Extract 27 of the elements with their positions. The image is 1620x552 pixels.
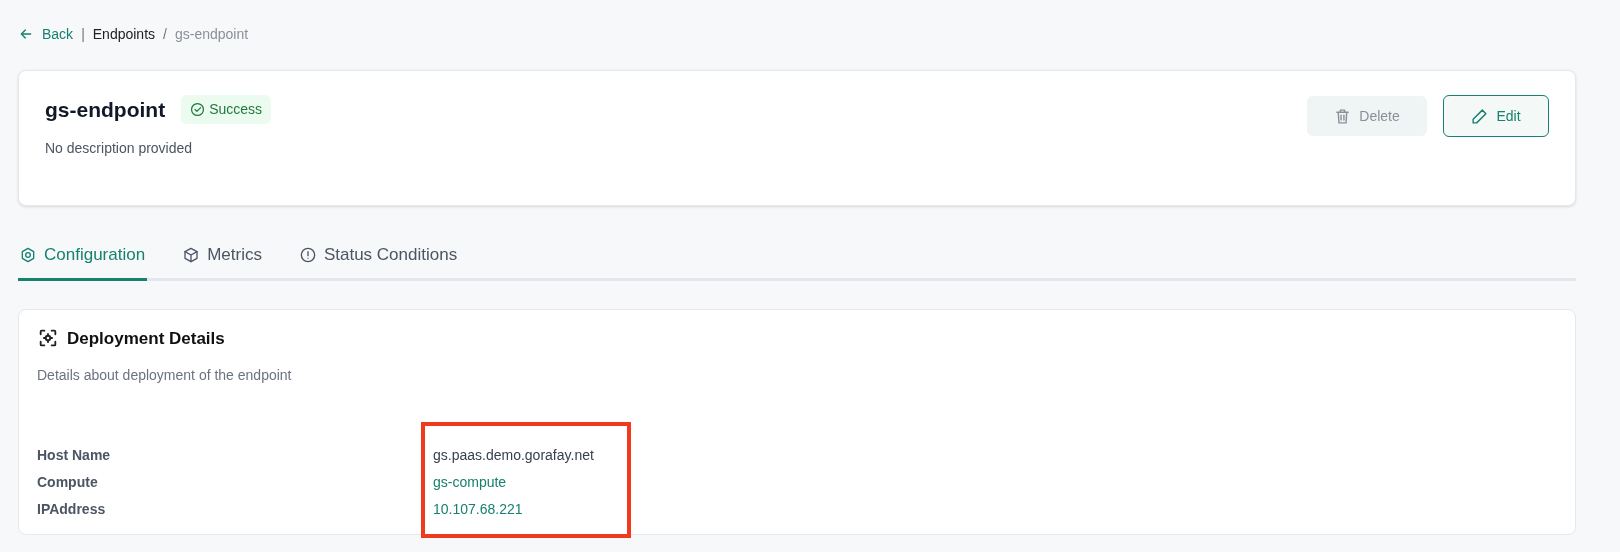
section-title: Deployment Details: [67, 327, 225, 350]
page-title: gs-endpoint: [45, 96, 166, 123]
breadcrumb-link[interactable]: Endpoints: [92, 23, 156, 45]
tab[interactable]: Configuration: [18, 238, 148, 281]
breadcrumb-divider: /: [163, 24, 167, 44]
breadcrumb-current: gs-endpoint: [174, 24, 249, 44]
trash-icon: [1334, 107, 1352, 125]
tab[interactable]: Status Conditions: [297, 238, 460, 281]
field-label: IPAddress: [37, 500, 107, 518]
pencil-icon: [1471, 107, 1489, 125]
status-badge: Success: [181, 95, 272, 124]
cube-icon: [183, 246, 200, 263]
alert-icon: [299, 246, 316, 263]
check-circle-icon: [190, 102, 206, 117]
section-subtitle: Details about deployment of the endpoint: [37, 366, 293, 385]
hexagon-icon: [20, 246, 36, 263]
field-label: Compute: [37, 473, 99, 491]
description-text: No description provided: [45, 139, 194, 158]
back-link[interactable]: Back: [18, 23, 74, 45]
field-link[interactable]: 10.107.68.221: [433, 501, 523, 517]
field-value: gs.paas.demo.gorafay.net: [433, 447, 594, 463]
field-link[interactable]: gs-compute: [433, 474, 507, 490]
tab[interactable]: Metrics: [181, 238, 264, 281]
breadcrumb-separator: |: [81, 24, 85, 44]
field-label: Host Name: [37, 446, 112, 464]
edit-button[interactable]: Edit: [1443, 95, 1549, 137]
back-arrow-icon: [18, 26, 34, 42]
